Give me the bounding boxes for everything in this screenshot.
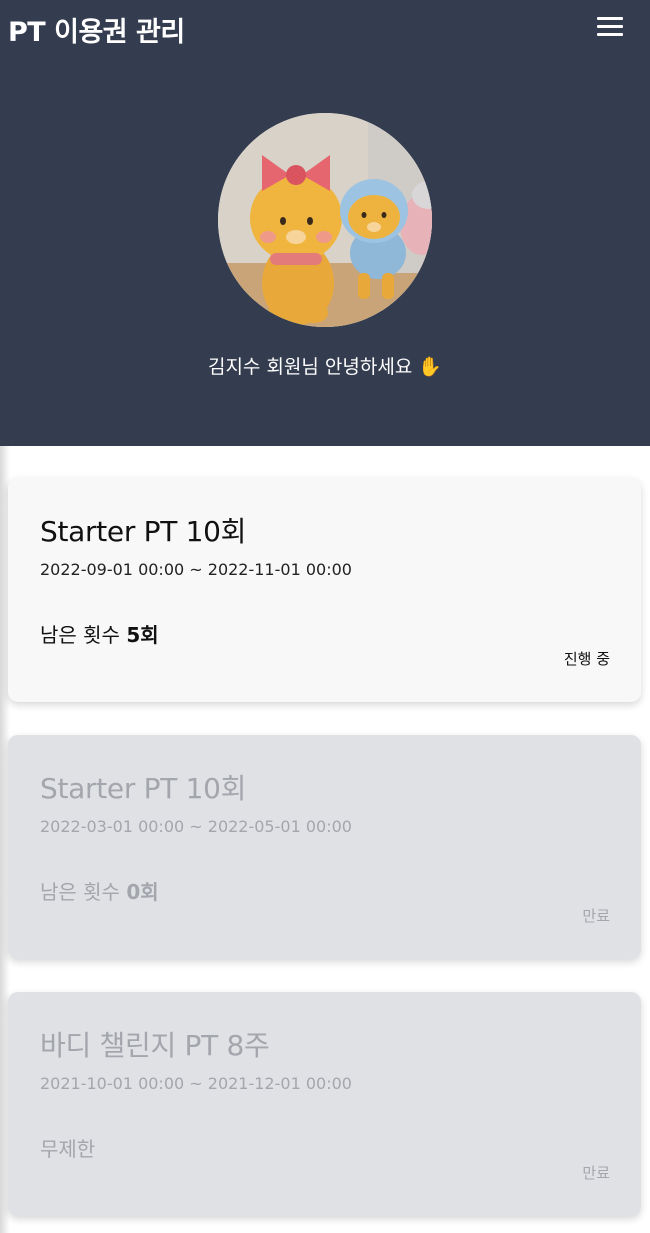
greeting-text: 김지수 회원님 안녕하세요 ✋	[207, 356, 443, 378]
pass-card-expired[interactable]: Starter PT 10회 2022-03-01 00:00 ~ 2022-0…	[8, 735, 641, 959]
pass-card-expired[interactable]: 바디 챌린지 PT 8주 2021-10-01 00:00 ~ 2021-12-…	[8, 992, 641, 1216]
page-title: PT 이용권 관리	[8, 17, 185, 48]
pass-card-active[interactable]: Starter PT 10회 2022-09-01 00:00 ~ 2022-1…	[8, 478, 641, 702]
status-badge: 만료	[582, 1164, 610, 1182]
status-badge: 만료	[582, 907, 610, 925]
pass-period: 2021-10-01 00:00 ~ 2021-12-01 00:00	[40, 1074, 352, 1093]
remaining-label: 무제한	[40, 1137, 96, 1161]
remaining-label: 남은 횟수	[40, 880, 127, 904]
profile-photo-icon	[218, 113, 432, 327]
pass-remaining: 무제한	[40, 1133, 95, 1162]
pass-title: Starter PT 10회	[40, 772, 247, 805]
pass-remaining: 남은 횟수 5회	[40, 619, 159, 648]
pass-period: 2022-03-01 00:00 ~ 2022-05-01 00:00	[40, 817, 352, 836]
pass-title: 바디 챌린지 PT 8주	[40, 1029, 270, 1062]
remaining-label: 남은 횟수	[40, 623, 127, 647]
hamburger-menu-icon[interactable]	[597, 16, 623, 38]
pass-remaining: 남은 횟수 0회	[40, 876, 159, 905]
pass-period: 2022-09-01 00:00 ~ 2022-11-01 00:00	[40, 560, 352, 579]
app-header: PT 이용권 관리 김지수 회원님 안녕하세요 ✋	[0, 0, 650, 446]
status-badge: 진행 중	[563, 650, 610, 668]
remaining-count: 5회	[126, 623, 159, 647]
remaining-count: 0회	[126, 880, 159, 904]
avatar	[218, 113, 432, 327]
pass-title: Starter PT 10회	[40, 515, 247, 548]
